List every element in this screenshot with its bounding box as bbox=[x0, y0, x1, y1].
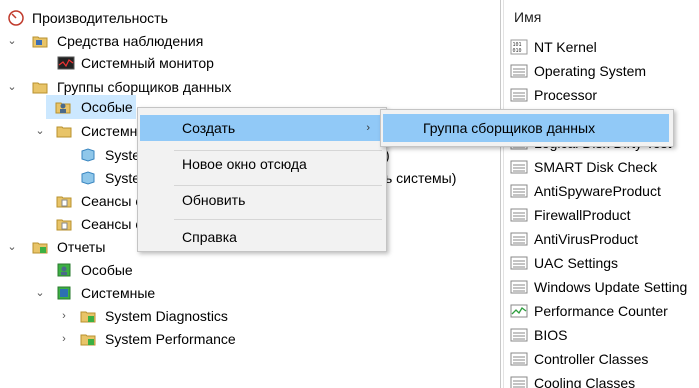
details-list: Имя 101 010 NT Kernel Operating System P… bbox=[504, 0, 699, 388]
user-report-icon bbox=[57, 263, 71, 277]
user-folder-icon bbox=[55, 102, 71, 114]
reports-folder-icon bbox=[32, 242, 48, 254]
tree-item-label: Syste bbox=[105, 147, 141, 163]
list-item-label: Performance Counter bbox=[534, 303, 668, 319]
binary-data-icon: 101 010 bbox=[510, 39, 528, 55]
collector-set-icon bbox=[81, 148, 95, 162]
menu-item-create[interactable]: Создать › bbox=[140, 115, 384, 141]
monitor-chart-icon bbox=[57, 56, 75, 70]
tree-item-label: Особые bbox=[81, 262, 133, 278]
tree-item-label: System Performance bbox=[105, 331, 236, 347]
list-item-label: AntiVirusProduct bbox=[534, 231, 639, 247]
list-item-label: Cooling Classes bbox=[534, 375, 636, 388]
list-table-icon bbox=[510, 280, 528, 294]
list-table-icon bbox=[510, 184, 528, 198]
chevron-down-icon[interactable]: ⌄ bbox=[6, 76, 18, 98]
menu-item-new-window[interactable]: Новое окно отсюда bbox=[140, 151, 384, 177]
folder-icon bbox=[32, 82, 48, 94]
menu-separator bbox=[174, 219, 382, 220]
menu-item-label: Новое окно отсюда bbox=[182, 156, 307, 172]
tree-item-label: Syste bbox=[105, 170, 141, 186]
folder-icon bbox=[56, 196, 72, 208]
chevron-down-icon[interactable]: ⌄ bbox=[34, 282, 46, 304]
tree-item-label-suffix: ь системы) bbox=[385, 170, 457, 186]
tree-item-label: Системн bbox=[81, 123, 138, 139]
tree-item-label: Системные bbox=[81, 285, 156, 301]
tree-item-label: Отчеты bbox=[57, 239, 106, 255]
list-table-icon bbox=[510, 232, 528, 246]
list-table-icon bbox=[510, 376, 528, 388]
list-table-icon bbox=[510, 64, 528, 78]
tree-item-label: Сеансы с bbox=[81, 193, 143, 209]
report-folder-icon bbox=[80, 311, 96, 323]
menu-item-refresh[interactable]: Обновить bbox=[140, 187, 384, 213]
list-item-label: FirewallProduct bbox=[534, 207, 631, 223]
context-menu: Создать › Новое окно отсюда Обновить Спр… bbox=[137, 107, 387, 252]
list-item-label: Operating System bbox=[534, 63, 647, 79]
chevron-down-icon[interactable]: ⌄ bbox=[6, 236, 18, 258]
folder-icon bbox=[56, 126, 72, 138]
list-table-icon bbox=[510, 160, 528, 174]
performance-icon bbox=[8, 10, 24, 26]
tree-item-label: Средства наблюдения bbox=[57, 33, 204, 49]
list-table-icon bbox=[510, 352, 528, 366]
tree-item-label: System Diagnostics bbox=[105, 308, 228, 324]
menu-item-label: Группа сборщиков данных bbox=[423, 120, 596, 136]
menu-item-label: Справка bbox=[182, 229, 237, 245]
list-table-icon bbox=[510, 328, 528, 342]
report-folder-icon bbox=[80, 334, 96, 346]
submenu-arrow-icon: › bbox=[366, 122, 370, 134]
folder-icon bbox=[56, 219, 72, 231]
tree-item-label: Особые bbox=[81, 99, 133, 115]
menu-item-help[interactable]: Справка bbox=[140, 224, 384, 250]
system-report-icon bbox=[57, 286, 71, 300]
list-item-label: Controller Classes bbox=[534, 351, 649, 367]
create-submenu: Группа сборщиков данных bbox=[380, 109, 674, 147]
list-item-label: UAC Settings bbox=[534, 255, 619, 271]
tree-item-label: Сеансы с bbox=[81, 216, 143, 232]
list-table-icon bbox=[510, 88, 528, 102]
pane-divider[interactable] bbox=[500, 0, 501, 388]
chevron-down-icon[interactable]: ⌄ bbox=[34, 120, 46, 142]
menu-item-data-collector-set[interactable]: Группа сборщиков данных bbox=[383, 114, 669, 142]
column-header-name[interactable]: Имя bbox=[514, 9, 541, 25]
performance-counter-icon bbox=[510, 304, 528, 318]
folder-icon bbox=[32, 36, 48, 48]
list-table-icon bbox=[510, 208, 528, 222]
list-item-label: BIOS bbox=[534, 327, 568, 343]
list-item-label: SMART Disk Check bbox=[534, 159, 658, 175]
collector-set-icon bbox=[81, 171, 95, 185]
list-item-label: NT Kernel bbox=[534, 39, 597, 55]
menu-item-label: Создать bbox=[182, 120, 236, 136]
svg-text:010: 010 bbox=[513, 48, 522, 54]
menu-separator bbox=[174, 185, 382, 186]
list-table-icon bbox=[510, 256, 528, 270]
list-item-label: Processor bbox=[534, 87, 598, 103]
chevron-right-icon[interactable]: › bbox=[58, 305, 70, 327]
menu-item-label: Обновить bbox=[182, 192, 246, 208]
tree-item-label: Системный монитор bbox=[81, 55, 214, 71]
chevron-right-icon[interactable]: › bbox=[58, 328, 70, 350]
chevron-down-icon[interactable]: ⌄ bbox=[6, 30, 18, 52]
list-item-label: Windows Update Setting bbox=[534, 279, 688, 295]
tree-item-label: Производительность bbox=[32, 10, 168, 26]
list-item-label: AntiSpywareProduct bbox=[534, 183, 661, 199]
